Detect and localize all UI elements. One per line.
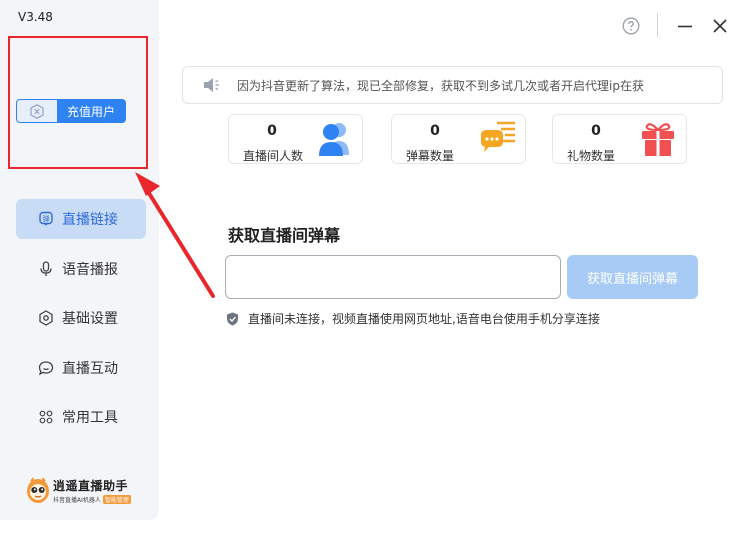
stat-value: 0 — [267, 123, 277, 139]
danmaku-icon — [481, 121, 515, 152]
grid-icon — [38, 409, 54, 425]
sidebar-item-voice[interactable]: 语音播报 — [16, 249, 146, 289]
brand-logo: 逍遥直播助手 抖音直播AI机器人 智能管理 — [26, 475, 131, 505]
close-icon — [713, 19, 727, 33]
sidebar-item-tools[interactable]: 常用工具 — [16, 397, 146, 437]
sidebar-item-interact[interactable]: 直播互动 — [16, 348, 146, 388]
sidebar-nav: 弹 直播链接 语音播报 基础设置 直播互动 常用工具 — [16, 199, 146, 447]
minimize-icon — [678, 25, 692, 28]
sidebar-item-label: 语音播报 — [62, 261, 118, 278]
stat-card-gifts: 0 礼物数量 — [552, 114, 687, 164]
mascot-icon — [27, 477, 49, 503]
microphone-icon — [38, 260, 54, 277]
help-circle-icon — [622, 17, 640, 35]
notice-text: 因为抖音更新了算法，现已全部修复，获取不到多试几次或者开启代理ip在获 — [237, 78, 644, 93]
titlebar-divider — [657, 13, 658, 37]
settings-icon — [38, 310, 54, 326]
chat-icon — [38, 360, 54, 376]
live-link-icon: 弹 — [38, 211, 54, 227]
svg-text:弹: 弹 — [43, 214, 50, 223]
stat-card-viewers: 0 直播间人数 — [228, 114, 363, 164]
sidebar-item-label: 基础设置 — [62, 311, 118, 327]
shield-icon — [227, 312, 238, 325]
sidebar-item-label: 常用工具 — [62, 410, 118, 426]
sidebar-item-live-link[interactable]: 弹 直播链接 — [16, 199, 146, 239]
highlight-annotation-box — [8, 36, 148, 169]
stat-card-danmaku: 0 弹幕数量 — [391, 114, 526, 164]
brand-tag: 智能管理 — [102, 494, 131, 504]
app-window: V3.48 充值用户 弹 直播链接 语音播报 基础设置 直播互动 常用工具 逍遥… — [0, 0, 749, 539]
version-label: V3.48 — [18, 10, 53, 24]
sidebar-item-label: 直播互动 — [62, 360, 118, 377]
stat-value: 0 — [430, 123, 440, 139]
sidebar-item-label: 直播链接 — [62, 212, 118, 228]
gift-icon — [642, 123, 674, 156]
stat-label: 礼物数量 — [567, 149, 616, 163]
live-url-input[interactable] — [225, 255, 561, 299]
fetch-section-title: 获取直播间弹幕 — [228, 226, 341, 245]
stat-label: 直播间人数 — [243, 149, 304, 163]
connection-status-text: 直播间未连接，视频直播使用网页地址,语音电台使用手机分享连接 — [248, 312, 600, 326]
fetch-danmaku-button[interactable]: 获取直播间弹幕 — [567, 255, 698, 299]
speaker-icon — [204, 78, 219, 92]
users-icon — [319, 123, 349, 156]
minimize-button[interactable] — [674, 15, 696, 37]
notice-banner: 因为抖音更新了算法，现已全部修复，获取不到多试几次或者开启代理ip在获 — [182, 66, 723, 104]
stat-value: 0 — [591, 123, 601, 139]
close-button[interactable] — [709, 15, 731, 37]
brand-name: 逍遥直播助手 — [53, 478, 129, 493]
connection-status: 直播间未连接，视频直播使用网页地址,语音电台使用手机分享连接 — [226, 310, 600, 327]
stat-label: 弹幕数量 — [406, 149, 455, 163]
brand-subtitle: 抖音直播AI机器人 — [53, 496, 101, 504]
help-button[interactable] — [620, 15, 642, 37]
sidebar-item-settings[interactable]: 基础设置 — [16, 298, 146, 338]
